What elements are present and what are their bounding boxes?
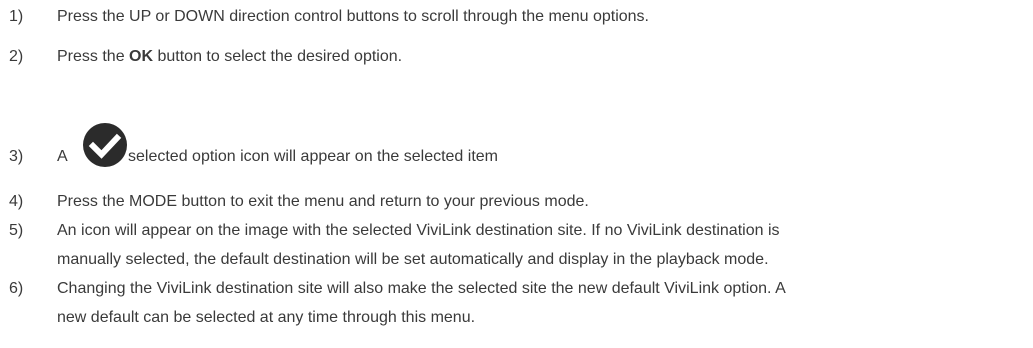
- step-line: An icon will appear on the image with th…: [57, 222, 780, 239]
- instruction-list: 1) Press the UP or DOWN direction contro…: [0, 0, 1033, 348]
- step-text: Changing the ViviLink destination site w…: [57, 274, 1029, 332]
- step-line: Press the UP or DOWN direction control b…: [57, 8, 649, 25]
- step-text: An icon will appear on the image with th…: [57, 216, 1029, 274]
- step-number: 3): [9, 148, 24, 165]
- step-line: Changing the ViviLink destination site w…: [57, 280, 786, 297]
- step-number: 4): [9, 193, 24, 210]
- ok-button-label: OK: [129, 48, 154, 65]
- step-number: 5): [9, 222, 24, 239]
- step-text-after: selected option icon will appear on the …: [128, 148, 498, 165]
- step-line: new default can be selected at any time …: [57, 309, 476, 326]
- step-text: Press the UP or DOWN direction control b…: [57, 2, 1029, 31]
- step-number: 2): [9, 48, 24, 65]
- step-text-before: A: [57, 148, 68, 165]
- step-number: 6): [9, 280, 24, 297]
- step-text-after: button to select the desired option.: [153, 48, 403, 65]
- step-number: 1): [9, 8, 24, 25]
- step-text: Press the MODE button to exit the menu a…: [57, 187, 1029, 216]
- step-line: manually selected, the default destinati…: [57, 251, 769, 268]
- step-text-before: Press the: [57, 48, 130, 65]
- step-line: Press the MODE button to exit the menu a…: [57, 193, 589, 210]
- checkmark-circle-icon: [82, 122, 128, 168]
- step-text: Press the OK button to select the desire…: [57, 42, 1029, 71]
